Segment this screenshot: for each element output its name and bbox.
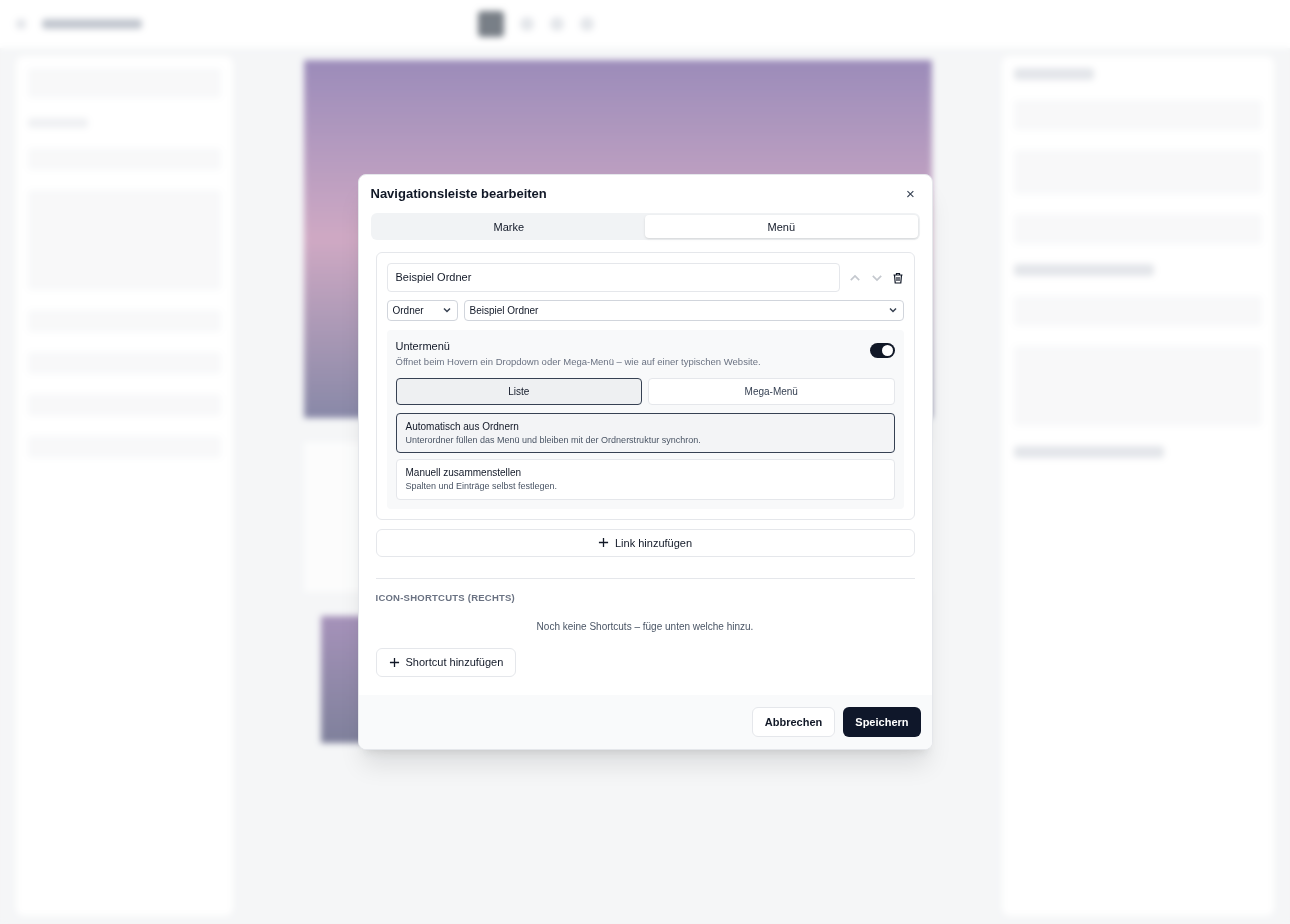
save-button[interactable]: Speichern bbox=[843, 707, 920, 738]
submenu-style-option[interactable]: Liste bbox=[396, 378, 643, 405]
shortcuts-heading: ICON-SHORTCUTS (RECHTS) bbox=[376, 591, 915, 605]
chevron-down-icon bbox=[442, 305, 452, 315]
type-select[interactable]: Ordner bbox=[387, 300, 458, 321]
dialog-footer: Abbrechen Speichern bbox=[359, 695, 932, 750]
target-select[interactable]: Beispiel Ordner bbox=[464, 300, 904, 321]
plus-icon bbox=[598, 537, 609, 548]
tab-bar: MarkeMenü bbox=[371, 213, 920, 240]
dialog-title: Navigationsleiste bearbeiten bbox=[371, 184, 547, 204]
submenu-description: Öffnet beim Hovern ein Dropdown oder Meg… bbox=[396, 355, 761, 369]
tab[interactable]: Marke bbox=[373, 215, 646, 238]
submenu-style-option[interactable]: Mega-Menü bbox=[648, 378, 895, 405]
navigation-dialog: Navigationsleiste bearbeiten × MarkeMenü Be… bbox=[358, 174, 933, 751]
submenu-source-option[interactable]: Automatisch aus OrdnernUnterordner fülle… bbox=[396, 413, 895, 454]
cancel-button[interactable]: Abbrechen bbox=[752, 707, 835, 738]
plus-icon bbox=[389, 657, 400, 668]
submenu-source-option[interactable]: Manuell zusammenstellenSpalten und Eintr… bbox=[396, 459, 895, 500]
add-link-button[interactable]: Link hinzufügen bbox=[376, 529, 915, 558]
trash-icon[interactable] bbox=[892, 272, 904, 284]
menu-item-card: Beispiel Ordner Ordner Beispiel Ordner Unte… bbox=[376, 252, 915, 519]
shortcuts-empty: Noch keine Shortcuts – füge unten welche… bbox=[376, 619, 915, 634]
move-down-icon[interactable] bbox=[870, 271, 884, 285]
tab[interactable]: Menü bbox=[645, 215, 918, 238]
close-button[interactable]: × bbox=[902, 185, 920, 203]
add-shortcut-button[interactable]: Shortcut hinzufügen bbox=[376, 648, 517, 677]
submenu-section: UntermenüÖffnet beim Hovern ein Dropdown… bbox=[387, 330, 904, 509]
chevron-down-icon bbox=[888, 305, 898, 315]
modal-overlay: Navigationsleiste bearbeiten × MarkeMenü Be… bbox=[0, 0, 1290, 924]
label-input[interactable]: Beispiel Ordner bbox=[387, 263, 840, 292]
submenu-toggle[interactable] bbox=[870, 343, 895, 358]
move-up-icon[interactable] bbox=[848, 271, 862, 285]
submenu-title: Untermenü bbox=[396, 338, 761, 355]
